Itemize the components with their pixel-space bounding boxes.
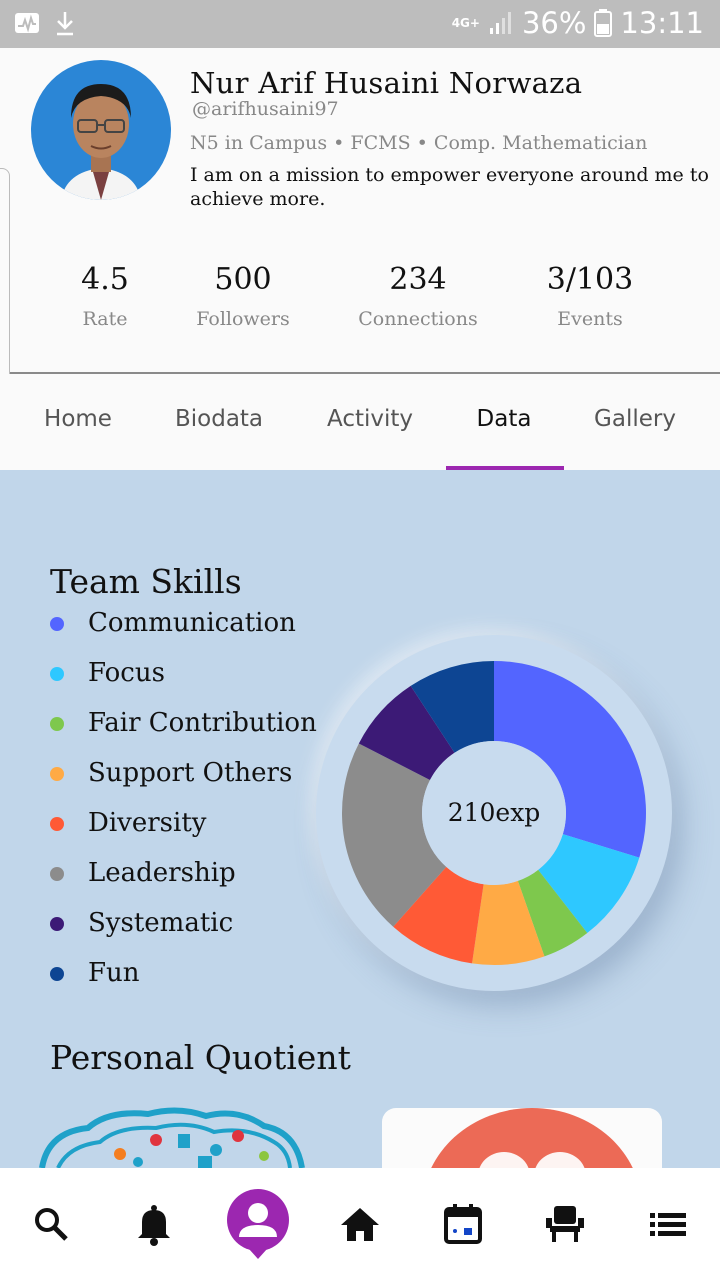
legend-dot [50, 917, 64, 931]
nav-home[interactable] [330, 1194, 390, 1254]
stat-connections[interactable]: 234 Connections [318, 258, 518, 330]
clock: 13:11 [620, 6, 704, 40]
tab-home[interactable]: Home [44, 406, 112, 432]
stat-value: 3/103 [546, 262, 634, 297]
signal-icon [489, 12, 511, 34]
legend-dot [50, 867, 64, 881]
legend-label: Leadership [88, 858, 236, 888]
brain-illustration-icon [39, 1107, 305, 1168]
legend-label: Systematic [88, 908, 234, 938]
legend-dot [50, 967, 64, 981]
profile-stats: 4.5 Rate 500 Followers 234 Connections 3… [0, 258, 720, 348]
legend-label: Support Others [88, 758, 293, 788]
heart-badge-icon [431, 1108, 633, 1168]
search-icon [35, 1208, 68, 1241]
nav-seat[interactable] [535, 1194, 595, 1254]
legend-dot [50, 617, 64, 631]
nav-calendar[interactable] [433, 1194, 493, 1254]
stat-label: Connections [358, 308, 478, 330]
profile-handle: @arifhusaini97 [192, 98, 339, 120]
nav-notifications[interactable] [124, 1194, 184, 1254]
calendar-icon [444, 1204, 482, 1244]
profile-name: Nur Arif Husaini Norwaza [190, 66, 583, 100]
seat-icon [546, 1206, 584, 1242]
profile-header: Nur Arif Husaini Norwaza @arifhusaini97 … [0, 48, 720, 414]
stat-value: 500 [214, 262, 272, 297]
avatar[interactable] [31, 60, 171, 200]
nav-profile[interactable] [227, 1189, 289, 1259]
tab-biodata[interactable]: Biodata [175, 406, 263, 432]
profile-bio: I am on a mission to empower everyone ar… [190, 164, 709, 210]
legend-label: Focus [88, 658, 165, 688]
nav-search[interactable] [21, 1194, 81, 1254]
profile-meta: N5 in Campus • FCMS • Comp. Mathematicia… [190, 132, 648, 154]
stat-events[interactable]: 3/103 Events [490, 258, 690, 330]
team-skills-title: Team Skills [50, 562, 242, 601]
legend-dot [50, 717, 64, 731]
quotient-card[interactable] [382, 1108, 662, 1168]
nav-menu[interactable] [638, 1194, 698, 1254]
legend-label: Fair Contribution [88, 708, 317, 738]
stat-label: Events [557, 308, 623, 330]
stat-label: Followers [196, 308, 290, 330]
legend-dot [50, 667, 64, 681]
legend-dot [50, 767, 64, 781]
legend-dot [50, 817, 64, 831]
status-bar: 4G+ 36% 13:11 [0, 0, 720, 48]
tab-data[interactable]: Data [477, 406, 532, 432]
download-icon [57, 12, 73, 36]
profile-icon [239, 1203, 277, 1259]
chart-center-label: 210exp [447, 798, 541, 827]
bottom-nav [0, 1168, 720, 1280]
legend-label: Fun [88, 958, 140, 988]
network-type: 4G+ [451, 15, 480, 30]
list-icon [650, 1213, 686, 1236]
home-icon [341, 1208, 379, 1241]
team-skills-chart[interactable]: 210exp [316, 635, 672, 991]
tab-activity[interactable]: Activity [327, 406, 413, 432]
battery-percent: 36% [521, 6, 587, 40]
activity-icon [15, 13, 39, 33]
tab-bar: Home Biodata Activity Data Gallery [0, 374, 720, 470]
legend-label: Communication [88, 608, 296, 638]
tab-gallery[interactable]: Gallery [594, 406, 676, 432]
battery-icon [594, 9, 613, 37]
stat-value: 234 [389, 262, 447, 297]
bell-icon [138, 1205, 170, 1246]
personal-quotient-title: Personal Quotient [50, 1038, 351, 1077]
data-panel: Team Skills Communication Focus Fair Contr… [0, 470, 720, 1168]
legend-label: Diversity [88, 808, 207, 838]
stat-followers[interactable]: 500 Followers [143, 258, 343, 330]
